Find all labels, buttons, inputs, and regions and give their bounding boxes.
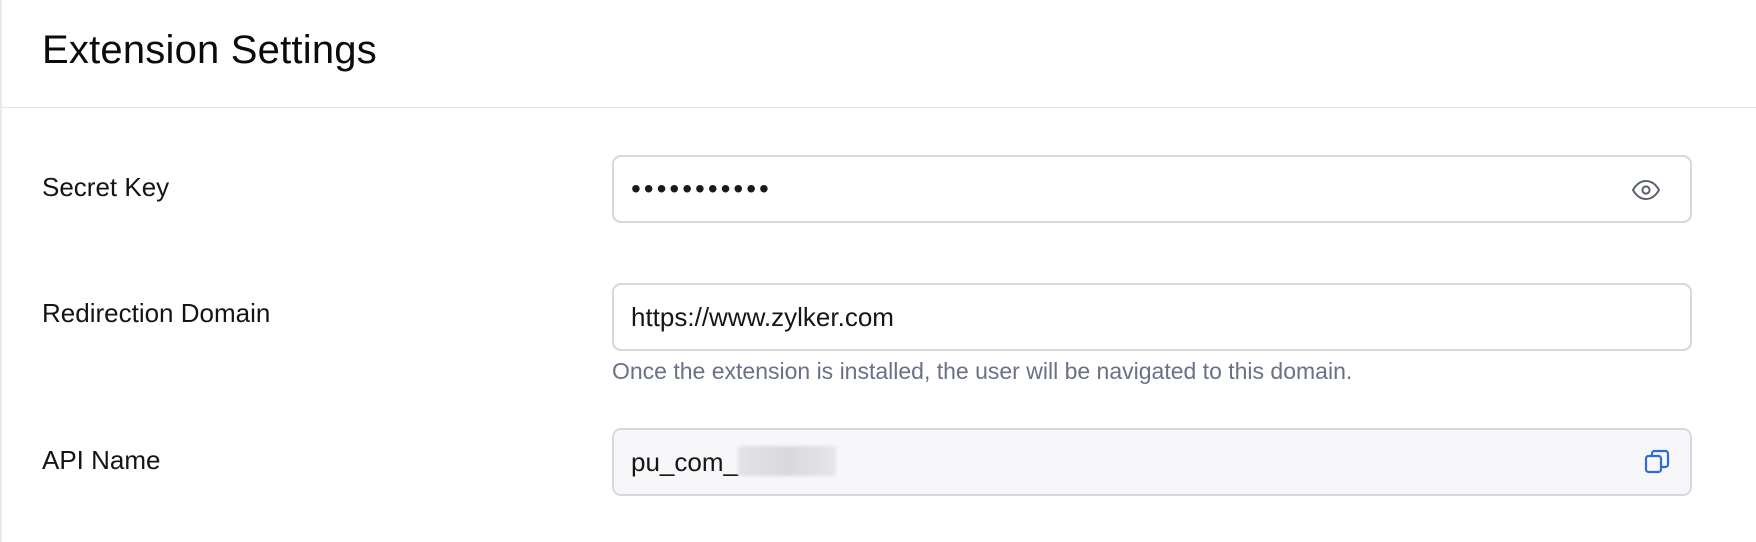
api-name-field: pu_com_ (612, 428, 1692, 496)
eye-icon[interactable] (1630, 174, 1662, 206)
redirection-domain-input[interactable]: https://www.zylker.com (612, 283, 1692, 351)
api-name-label: API Name (42, 445, 161, 475)
secret-key-field[interactable]: ••••••••••• (612, 155, 1692, 223)
copy-icon[interactable] (1642, 447, 1672, 477)
page-header: Extension Settings (0, 0, 1756, 108)
redirection-domain-value[interactable]: https://www.zylker.com (631, 285, 894, 349)
api-name-value: pu_com_ (631, 430, 836, 494)
redirection-domain-label: Redirection Domain (42, 298, 271, 328)
secret-key-label: Secret Key (42, 172, 170, 202)
redirection-domain-helper: Once the extension is installed, the use… (612, 358, 1353, 384)
page-title: Extension Settings (42, 28, 377, 72)
secret-key-value[interactable]: ••••••••••• (631, 157, 772, 221)
api-name-visible-text: pu_com_ (631, 447, 738, 477)
api-name-redacted (737, 446, 836, 477)
